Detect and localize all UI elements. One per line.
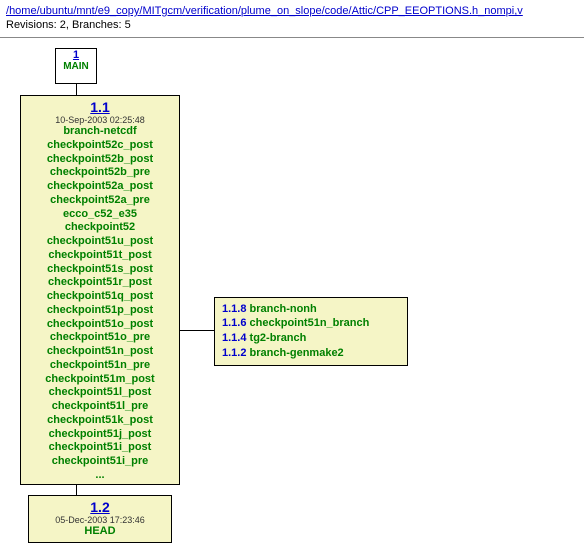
revision-tag: checkpoint51j_post [26,428,174,442]
main-branch-label: MAIN [56,61,96,72]
revision-tag: checkpoint51q_post [26,290,174,304]
branch-num: 1.1.6 [222,317,246,329]
revision-tag: HEAD [34,525,166,539]
revision-tag: checkpoint52a_pre [26,194,174,208]
revision-tag: checkpoint52c_post [26,139,174,153]
revision-num: 1.1 [26,99,174,115]
header: /home/ubuntu/mnt/e9_copy/MITgcm/verifica… [0,0,584,35]
path-segment[interactable]: mnt [76,5,94,17]
file-path[interactable]: /home/ubuntu/mnt/e9_copy/MITgcm/verifica… [6,5,523,17]
revision-tag: checkpoint51l_pre [26,400,174,414]
path-segment[interactable]: home [9,5,37,17]
revision-tag: checkpoint51m_post [26,373,174,387]
path-segment[interactable]: Attic [352,5,373,17]
connector-line [180,330,214,331]
revision-1-2-box[interactable]: 1.2 05-Dec-2003 17:23:46 HEAD [28,495,172,543]
revision-tag: checkpoint51p_post [26,304,174,318]
revision-date: 05-Dec-2003 17:23:46 [34,515,166,525]
branch-num: 1.1.8 [222,303,246,315]
path-segment[interactable]: e9_copy [98,5,140,17]
revision-tag: checkpoint52b_pre [26,166,174,180]
path-segment[interactable]: CPP_EEOPTIONS.h_nompi,v [376,5,523,17]
revision-tag: checkpoint51n_pre [26,359,174,373]
revision-tag: checkpoint51s_post [26,263,174,277]
more-tags[interactable]: ... [26,469,174,482]
revision-tag: checkpoint52b_post [26,153,174,167]
main-branch-num: 1 [56,49,96,61]
path-segment[interactable]: plume_on_slope [241,5,322,17]
revision-graph: 1 MAIN 1.1 10-Sep-2003 02:25:48 branch-n… [0,42,584,542]
branch-name: branch-nonh [250,303,317,315]
revision-tag: checkpoint51k_post [26,414,174,428]
revision-tag: checkpoint51r_post [26,276,174,290]
revision-num: 1.2 [34,499,166,515]
revision-tag: checkpoint52a_post [26,180,174,194]
branches-box[interactable]: 1.1.8 branch-nonh1.1.6 checkpoint51n_bra… [214,297,408,366]
revision-tag: ecco_c52_e35 [26,208,174,222]
branch-row[interactable]: 1.1.2 branch-genmake2 [222,346,400,361]
path-segment[interactable]: code [325,5,349,17]
divider [0,37,584,38]
path-segment[interactable]: MITgcm [142,5,182,17]
main-branch-box[interactable]: 1 MAIN [55,48,97,84]
connector-line [76,485,77,495]
branch-name: checkpoint51n_branch [250,317,370,329]
revision-tag: checkpoint51l_post [26,386,174,400]
branch-num: 1.1.4 [222,332,246,344]
revision-tag: checkpoint51u_post [26,235,174,249]
branch-row[interactable]: 1.1.4 tg2-branch [222,331,400,346]
branch-name: branch-genmake2 [250,347,344,359]
revision-stats: Revisions: 2, Branches: 5 [6,19,131,31]
revision-tag: branch-netcdf [26,125,174,139]
branch-row[interactable]: 1.1.8 branch-nonh [222,302,400,317]
path-segment[interactable]: ubuntu [40,5,74,17]
revision-tag: checkpoint51o_pre [26,331,174,345]
path-segment[interactable]: verification [185,5,238,17]
branch-row[interactable]: 1.1.6 checkpoint51n_branch [222,316,400,331]
revision-tag: checkpoint52 [26,221,174,235]
branch-name: tg2-branch [250,332,307,344]
revision-tag: checkpoint51n_post [26,345,174,359]
revision-1-1-box[interactable]: 1.1 10-Sep-2003 02:25:48 branch-netcdfch… [20,95,180,486]
revision-tag: checkpoint51t_post [26,249,174,263]
revision-date: 10-Sep-2003 02:25:48 [26,115,174,125]
branch-num: 1.1.2 [222,347,246,359]
revision-tag: checkpoint51i_post [26,441,174,455]
revision-tag: checkpoint51i_pre [26,455,174,469]
revision-tag: checkpoint51o_post [26,318,174,332]
